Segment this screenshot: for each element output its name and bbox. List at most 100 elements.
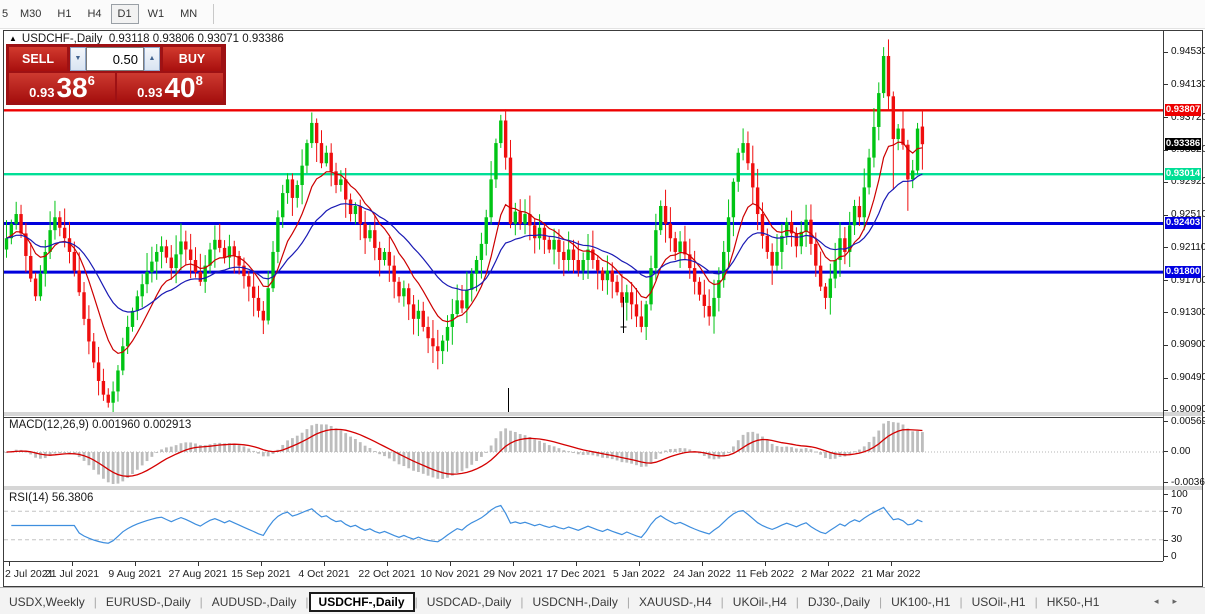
lot-size-input[interactable] <box>86 47 144 71</box>
macd-scale-min: -0.00365 <box>1171 477 1205 488</box>
candlestick <box>262 311 265 321</box>
macd-histogram-bar <box>480 452 483 457</box>
candlestick <box>397 282 400 297</box>
candlestick <box>921 127 924 145</box>
macd-histogram-bar <box>776 446 779 452</box>
price-tick: 0.90490 <box>1171 372 1205 383</box>
candlestick <box>465 290 468 309</box>
candlestick <box>625 292 628 302</box>
candlestick <box>373 230 376 248</box>
lot-increase-button[interactable]: ▲ <box>144 47 160 71</box>
macd-histogram-bar <box>189 442 192 452</box>
macd-histogram-bar <box>441 452 444 479</box>
lot-decrease-button[interactable]: ▼ <box>70 47 86 71</box>
macd-histogram-bar <box>674 449 677 452</box>
buy-price-display[interactable]: 0.93 40 8 <box>117 73 223 102</box>
macd-histogram-bar <box>519 434 522 452</box>
macd-histogram-bar <box>252 451 255 452</box>
candlestick <box>664 206 667 224</box>
date-label: 21 Jul 2021 <box>45 568 99 580</box>
candlestick <box>87 319 90 342</box>
macd-histogram-bar <box>572 452 575 453</box>
macd-histogram-bar <box>112 452 115 484</box>
candlestick <box>291 179 294 198</box>
candlestick <box>829 279 832 298</box>
macd-histogram-bar <box>160 449 163 452</box>
chart-tab-usoil-h1[interactable]: USOil-,H1 <box>963 593 1035 611</box>
timeframe-button-m30[interactable]: M30 <box>13 4 48 24</box>
macd-histogram-bar <box>141 452 144 465</box>
candlestick <box>97 362 100 381</box>
macd-histogram-bar <box>267 452 270 456</box>
chart-tab-eurusd-daily[interactable]: EURUSD-,Daily <box>97 593 200 611</box>
pane-splitter[interactable] <box>4 412 1202 416</box>
macd-histogram-bar <box>882 424 885 452</box>
macd-histogram-bar <box>654 452 657 459</box>
chart-tab-audusd-daily[interactable]: AUDUSD-,Daily <box>203 593 306 611</box>
chart-tab-hk50-h1[interactable]: HK50-,H1 <box>1038 593 1109 611</box>
candlestick <box>896 129 899 139</box>
rsi-scale-100: 100 <box>1171 489 1188 500</box>
candlestick <box>252 287 255 298</box>
macd-histogram-bar <box>814 452 817 453</box>
macd-histogram-bar <box>272 452 275 454</box>
macd-histogram-bar <box>640 452 643 467</box>
macd-histogram-bar <box>344 433 347 452</box>
candlestick <box>504 121 507 158</box>
macd-histogram-bar <box>117 452 120 484</box>
candlestick <box>402 288 405 296</box>
chart-tab-usdx-weekly[interactable]: USDX,Weekly <box>0 593 94 611</box>
candlestick <box>557 240 560 252</box>
sell-button[interactable]: SELL <box>9 47 67 71</box>
timeframe-button-d1[interactable]: D1 <box>111 4 139 24</box>
rsi-label: RSI(14) 56.3806 <box>9 492 93 504</box>
chart-tab-uk100-h1[interactable]: UK100-,H1 <box>882 593 959 611</box>
candlestick <box>567 250 570 260</box>
chart-tab-dj30-daily[interactable]: DJ30-,Daily <box>799 593 879 611</box>
tab-scroll-arrows[interactable]: ◂▸ <box>1154 596 1191 607</box>
candlestick <box>126 327 129 346</box>
price-tick: 0.92110 <box>1171 242 1205 253</box>
macd-histogram-bar <box>422 452 425 474</box>
candlestick <box>751 163 754 187</box>
macd-histogram-bar <box>136 452 139 470</box>
resistance-line-price-badge: 0.93807 <box>1165 104 1201 116</box>
candlestick <box>310 123 313 143</box>
macd-histogram-bar <box>553 446 556 452</box>
macd-histogram-bar <box>650 452 653 464</box>
buy-price-pips: 40 <box>164 76 195 100</box>
chart-tab-xauusd-h4[interactable]: XAUUSD-,H4 <box>630 593 721 611</box>
candlestick <box>73 252 76 271</box>
chart-tab-usdcad-daily[interactable]: USDCAD-,Daily <box>418 593 521 611</box>
date-label: 9 Aug 2021 <box>108 568 161 580</box>
macd-signal-line <box>7 429 923 476</box>
candlestick <box>693 268 696 282</box>
candlestick <box>635 304 638 316</box>
macd-histogram-bar <box>490 446 493 452</box>
macd-histogram-bar <box>528 437 531 452</box>
candlestick <box>606 270 609 280</box>
candlestick <box>116 370 119 391</box>
chart-tab-usdchf-daily[interactable]: USDCHF-,Daily <box>309 592 415 612</box>
candlestick <box>34 279 37 297</box>
chart-tab-usdcnh-daily[interactable]: USDCNH-,Daily <box>524 593 627 611</box>
timeframe-button-5[interactable]: 5 <box>1 4 11 24</box>
timeframe-button-w1[interactable]: W1 <box>141 4 172 24</box>
timeframe-button-h4[interactable]: H4 <box>80 4 108 24</box>
candlestick <box>48 230 51 252</box>
collapse-chart-icon[interactable]: ▲ <box>9 34 17 43</box>
macd-value-signal: 0.002913 <box>143 419 191 431</box>
macd-histogram-bar <box>548 445 551 452</box>
timeframe-button-h1[interactable]: H1 <box>50 4 78 24</box>
candlestick <box>266 288 269 320</box>
timeframe-button-mn[interactable]: MN <box>173 4 204 24</box>
macd-histogram-bar <box>39 452 42 459</box>
candlestick <box>591 250 594 260</box>
candlestick <box>19 214 22 233</box>
rsi-value: 56.3806 <box>52 492 94 504</box>
chart-tab-bar: USDX,Weekly|EURUSD-,Daily|AUDUSD-,Daily|… <box>0 587 1205 614</box>
macd-histogram-bar <box>335 428 338 452</box>
buy-button[interactable]: BUY <box>163 47 221 71</box>
chart-tab-ukoil-h4[interactable]: UKOil-,H4 <box>724 593 796 611</box>
sell-price-display[interactable]: 0.93 38 6 <box>9 73 115 102</box>
